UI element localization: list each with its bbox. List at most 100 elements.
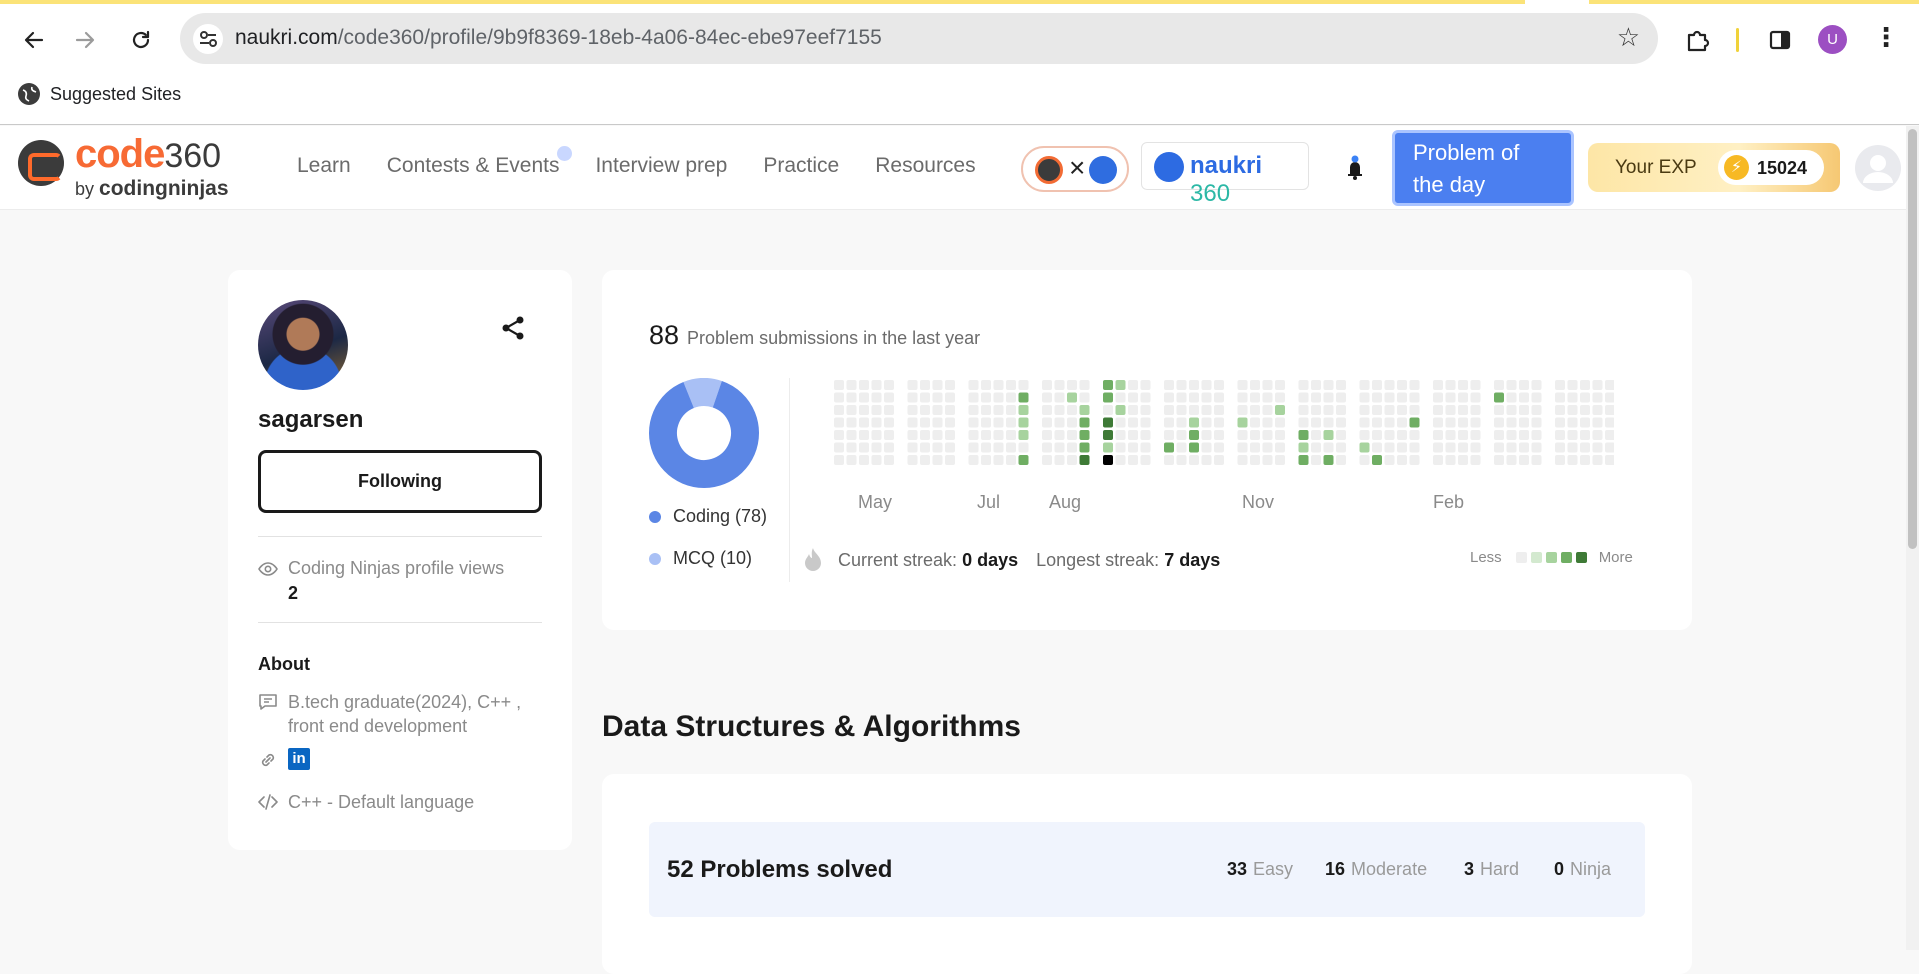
heatmap-cell[interactable] xyxy=(1054,442,1065,453)
heatmap-cell[interactable] xyxy=(981,405,991,415)
site-settings-icon[interactable] xyxy=(193,24,223,54)
heatmap-cell[interactable] xyxy=(1384,430,1395,440)
heatmap-cell[interactable] xyxy=(1555,392,1565,403)
heatmap-cell[interactable] xyxy=(920,417,930,428)
heatmap-cell[interactable] xyxy=(1458,455,1468,465)
heatmap-cell[interactable] xyxy=(1506,442,1517,453)
nav-resources[interactable]: Resources xyxy=(875,154,975,178)
heatmap-cell[interactable] xyxy=(1006,430,1016,440)
heatmap-cell[interactable] xyxy=(1103,455,1113,465)
heatmap-cell[interactable] xyxy=(1519,417,1529,428)
heatmap-cell[interactable] xyxy=(1470,430,1481,440)
heatmap-cell[interactable] xyxy=(981,417,991,428)
heatmap-cell[interactable] xyxy=(1311,417,1321,428)
heatmap-cell[interactable] xyxy=(1115,392,1126,403)
heatmap-cell[interactable] xyxy=(859,380,869,390)
heatmap-cell[interactable] xyxy=(1519,430,1529,440)
heatmap-cell[interactable] xyxy=(945,417,955,428)
heatmap-cell[interactable] xyxy=(1519,442,1529,453)
heatmap-cell[interactable] xyxy=(1201,417,1212,428)
heatmap-cell[interactable] xyxy=(1164,405,1174,415)
heatmap-cell[interactable] xyxy=(1311,455,1321,465)
heatmap-cell[interactable] xyxy=(1397,417,1407,428)
heatmap-cell[interactable] xyxy=(1042,392,1052,403)
heatmap-cell[interactable] xyxy=(1409,417,1420,428)
heatmap-cell[interactable] xyxy=(932,430,943,440)
heatmap-cell[interactable] xyxy=(1201,430,1212,440)
heatmap-cell[interactable] xyxy=(1359,442,1370,453)
heatmap-cell[interactable] xyxy=(1103,417,1113,428)
heatmap-cell[interactable] xyxy=(1140,442,1151,453)
heatmap-cell[interactable] xyxy=(1067,380,1077,390)
heatmap-cell[interactable] xyxy=(1250,442,1260,453)
heatmap-cell[interactable] xyxy=(1176,380,1187,390)
heatmap-cell[interactable] xyxy=(1494,405,1504,415)
heatmap-cell[interactable] xyxy=(1128,455,1138,465)
heatmap-cell[interactable] xyxy=(1372,392,1382,403)
heatmap-cell[interactable] xyxy=(993,442,1004,453)
address-bar[interactable]: naukri.com/code360/profile/9b9f8369-18eb… xyxy=(180,13,1658,64)
heatmap-cell[interactable] xyxy=(1128,392,1138,403)
heatmap-cell[interactable] xyxy=(1176,405,1187,415)
heatmap-cell[interactable] xyxy=(1054,405,1065,415)
heatmap-cell[interactable] xyxy=(1336,380,1346,390)
heatmap-cell[interactable] xyxy=(1298,405,1309,415)
heatmap-cell[interactable] xyxy=(1494,430,1504,440)
heatmap-cell[interactable] xyxy=(1042,455,1052,465)
heatmap-cell[interactable] xyxy=(884,392,894,403)
heatmap-cell[interactable] xyxy=(993,455,1004,465)
heatmap-cell[interactable] xyxy=(1067,455,1077,465)
forward-arrow-icon[interactable] xyxy=(67,22,103,58)
heatmap-cell[interactable] xyxy=(1336,430,1346,440)
heatmap-cell[interactable] xyxy=(1384,417,1395,428)
heatmap-cell[interactable] xyxy=(1458,430,1468,440)
heatmap-cell[interactable] xyxy=(1237,430,1248,440)
heatmap-cell[interactable] xyxy=(846,405,857,415)
heatmap-cell[interactable] xyxy=(1018,392,1029,403)
heatmap-cell[interactable] xyxy=(871,405,882,415)
heatmap-cell[interactable] xyxy=(1250,417,1260,428)
heatmap-cell[interactable] xyxy=(1470,455,1481,465)
heatmap-cell[interactable] xyxy=(884,405,894,415)
heatmap-cell[interactable] xyxy=(1445,430,1456,440)
heatmap-cell[interactable] xyxy=(1054,380,1065,390)
heatmap-cell[interactable] xyxy=(1506,417,1517,428)
heatmap-cell[interactable] xyxy=(1275,380,1285,390)
heatmap-cell[interactable] xyxy=(1189,442,1199,453)
heatmap-cell[interactable] xyxy=(1409,380,1420,390)
heatmap-cell[interactable] xyxy=(1164,417,1174,428)
heatmap-cell[interactable] xyxy=(1580,380,1590,390)
heatmap-cell[interactable] xyxy=(1128,405,1138,415)
heatmap-cell[interactable] xyxy=(1592,442,1603,453)
heatmap-cell[interactable] xyxy=(932,442,943,453)
heatmap-cell[interactable] xyxy=(1006,455,1016,465)
heatmap-cell[interactable] xyxy=(1531,392,1542,403)
heatmap-cell[interactable] xyxy=(1237,405,1248,415)
heatmap-cell[interactable] xyxy=(1323,442,1334,453)
heatmap-cell[interactable] xyxy=(871,380,882,390)
heatmap-cell[interactable] xyxy=(1506,380,1517,390)
heatmap-cell[interactable] xyxy=(1214,430,1224,440)
heatmap-cell[interactable] xyxy=(1140,405,1151,415)
heatmap-cell[interactable] xyxy=(1054,417,1065,428)
heatmap-cell[interactable] xyxy=(1567,380,1578,390)
heatmap-cell[interactable] xyxy=(1018,380,1029,390)
heatmap-cell[interactable] xyxy=(932,392,943,403)
heatmap-cell[interactable] xyxy=(993,417,1004,428)
heatmap-cell[interactable] xyxy=(1018,442,1029,453)
heatmap-cell[interactable] xyxy=(1409,392,1420,403)
heatmap-cell[interactable] xyxy=(1311,392,1321,403)
heatmap-cell[interactable] xyxy=(1237,455,1248,465)
heatmap-cell[interactable] xyxy=(920,392,930,403)
heatmap-cell[interactable] xyxy=(871,455,882,465)
heatmap-cell[interactable] xyxy=(1397,455,1407,465)
heatmap-cell[interactable] xyxy=(859,430,869,440)
heatmap-cell[interactable] xyxy=(846,430,857,440)
heatmap-cell[interactable] xyxy=(1189,380,1199,390)
heatmap-cell[interactable] xyxy=(1445,455,1456,465)
heatmap-cell[interactable] xyxy=(1531,442,1542,453)
heatmap-cell[interactable] xyxy=(1605,380,1614,390)
heatmap-cell[interactable] xyxy=(1445,417,1456,428)
heatmap-cell[interactable] xyxy=(1018,430,1029,440)
heatmap-cell[interactable] xyxy=(1372,405,1382,415)
